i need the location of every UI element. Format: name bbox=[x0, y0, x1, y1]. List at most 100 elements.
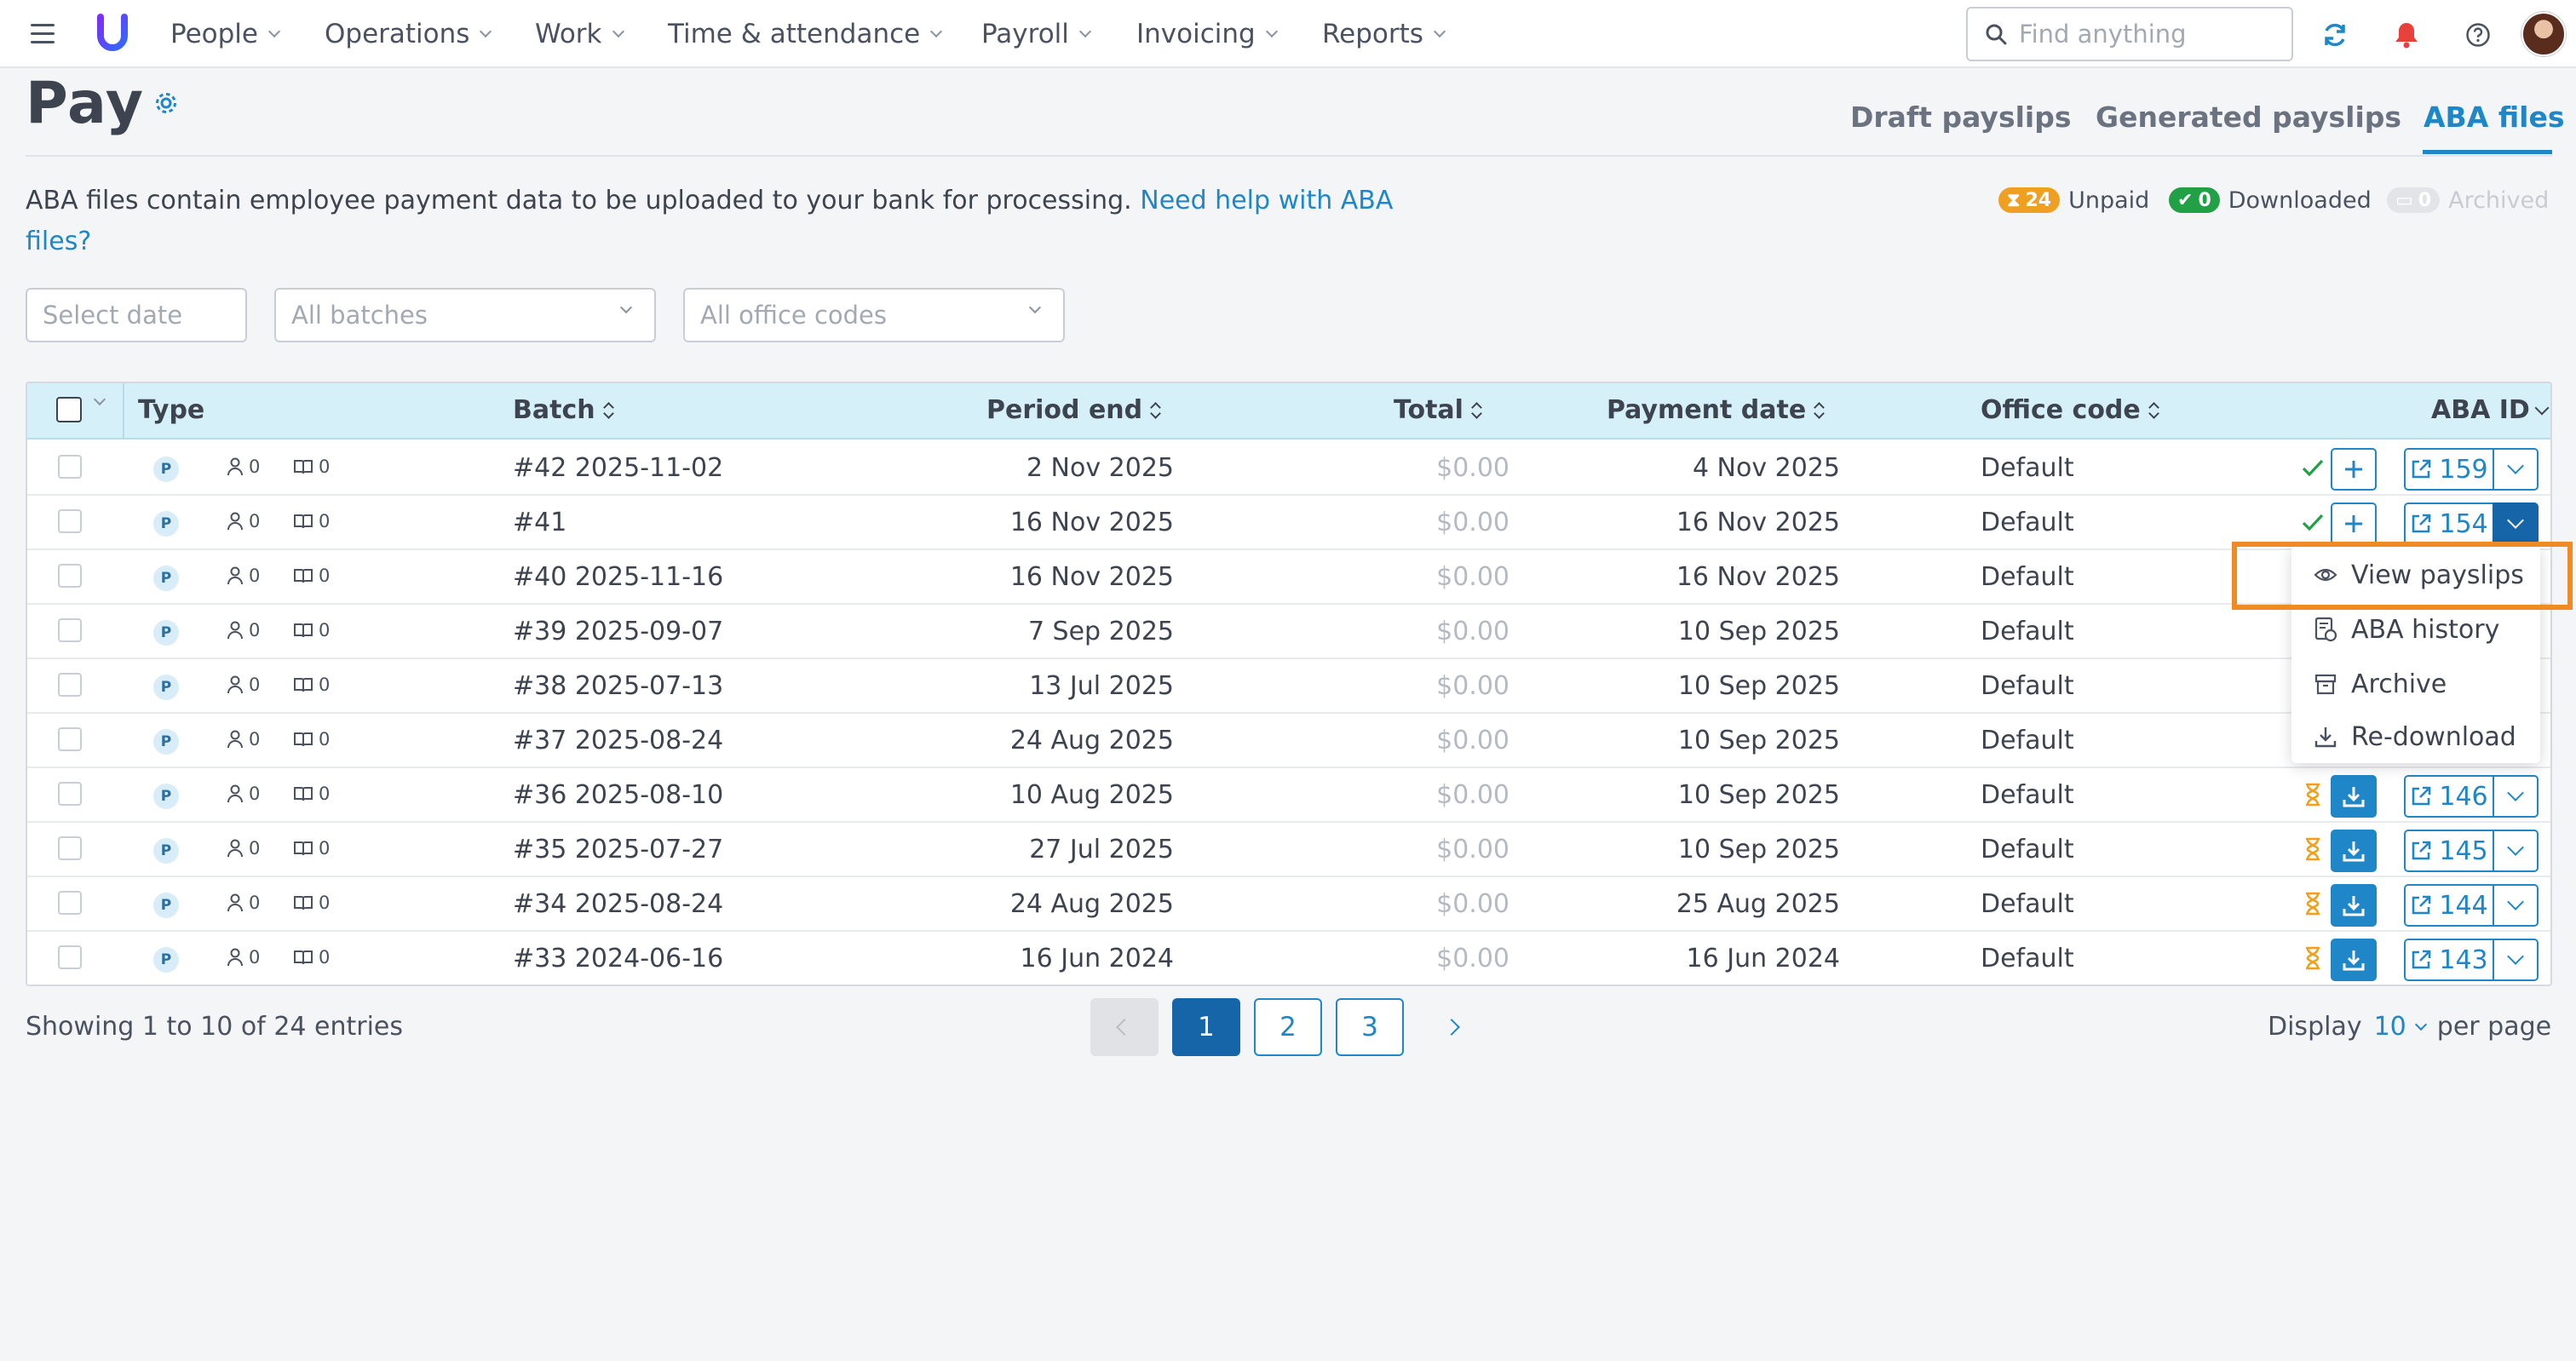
add-button[interactable] bbox=[2331, 502, 2377, 545]
aba-id-button[interactable]: 145 bbox=[2404, 830, 2494, 872]
bell-icon[interactable] bbox=[2390, 19, 2423, 51]
active-tab-indicator bbox=[2423, 150, 2552, 154]
nav-operations[interactable]: Operations bbox=[325, 17, 492, 51]
nav-reports[interactable]: Reports bbox=[1322, 17, 1446, 51]
book-icon bbox=[294, 678, 313, 692]
table-row[interactable]: P 0 0 #35 2025-07-27 27 Jul 2025 $0.00 10 Sep … bbox=[27, 823, 2550, 877]
app-logo[interactable] bbox=[95, 14, 129, 53]
book-icon bbox=[294, 732, 313, 747]
table-row[interactable]: P 0 0 #38 2025-07-13 13 Jul 2025 $0.00 10 Sep … bbox=[27, 659, 2550, 714]
column-total[interactable]: Total bbox=[1394, 395, 1482, 425]
nav-invoicing[interactable]: Invoicing bbox=[1136, 17, 1278, 51]
row-checkbox[interactable] bbox=[58, 455, 82, 479]
sync-icon[interactable] bbox=[2319, 19, 2351, 51]
nav-label: Payroll bbox=[981, 19, 1069, 49]
table-row[interactable]: P 0 0 #40 2025-11-16 16 Nov 2025 $0.00 16 Nov … bbox=[27, 550, 2550, 605]
row-checkbox[interactable] bbox=[58, 836, 82, 860]
check-icon bbox=[2300, 455, 2326, 480]
download-button[interactable] bbox=[2331, 939, 2377, 981]
table-row[interactable]: P 0 0 #41 16 Nov 2025 $0.00 16 Nov 2025 Default… bbox=[27, 496, 2550, 550]
date-filter[interactable]: Select date bbox=[26, 288, 247, 342]
pay-type-badge: P bbox=[153, 457, 179, 482]
book-count-value: 0 bbox=[319, 566, 331, 586]
column-period-end[interactable]: Period end bbox=[986, 395, 1161, 425]
employee-count-value: 0 bbox=[249, 838, 261, 859]
row-checkbox[interactable] bbox=[58, 509, 82, 533]
global-search[interactable] bbox=[1966, 7, 2293, 61]
tab-draft-payslips[interactable]: Draft payslips bbox=[1850, 100, 2071, 134]
chevron-down-icon[interactable] bbox=[93, 393, 106, 406]
office-codes-select[interactable]: All office codes bbox=[683, 288, 1065, 342]
menu-item-re-download[interactable]: Re-download bbox=[2291, 710, 2540, 763]
prev-page-button[interactable] bbox=[1090, 998, 1159, 1056]
tab-aba-files[interactable]: ABA files bbox=[2424, 100, 2565, 134]
column-label: Batch bbox=[513, 395, 595, 425]
batch-cell: #38 2025-07-13 bbox=[513, 671, 724, 701]
per-page-select[interactable]: 10 bbox=[2374, 1012, 2427, 1042]
column-batch[interactable]: Batch bbox=[513, 395, 614, 425]
aba-actions-dropdown-button[interactable] bbox=[2493, 830, 2539, 872]
legend-unpaid: ⧗ 24 Unpaid bbox=[1998, 186, 2149, 215]
payment-date-cell: 10 Sep 2025 bbox=[1677, 617, 1840, 646]
aba-id-button[interactable]: 143 bbox=[2404, 939, 2494, 981]
download-button[interactable] bbox=[2331, 830, 2377, 872]
aba-id-button[interactable]: 144 bbox=[2404, 884, 2494, 927]
nav-work[interactable]: Work bbox=[535, 17, 624, 51]
download-button[interactable] bbox=[2331, 884, 2377, 927]
column-aba-id[interactable]: ABA ID bbox=[2431, 395, 2550, 425]
batch-cell: #42 2025-11-02 bbox=[513, 453, 724, 483]
book-icon bbox=[294, 569, 313, 583]
employee-count-value: 0 bbox=[249, 893, 261, 913]
row-checkbox[interactable] bbox=[58, 618, 82, 642]
entries-summary: Showing 1 to 10 of 24 entries bbox=[26, 1012, 404, 1042]
table-row[interactable]: P 0 0 #36 2025-08-10 10 Aug 2025 $0.00 10 Sep … bbox=[27, 768, 2550, 823]
aba-id-button[interactable]: 146 bbox=[2404, 775, 2494, 818]
legend-downloaded: ✔ 0 Downloaded bbox=[2169, 186, 2372, 215]
table-row[interactable]: P 0 0 #42 2025-11-02 2 Nov 2025 $0.00 4 Nov 20… bbox=[27, 441, 2550, 496]
next-page-button[interactable] bbox=[1417, 998, 1486, 1056]
menu-item-label: Re-download bbox=[2351, 721, 2516, 752]
row-checkbox[interactable] bbox=[58, 673, 82, 697]
office-code-cell: Default bbox=[1981, 835, 2074, 864]
table-row[interactable]: P 0 0 #33 2024-06-16 16 Jun 2024 $0.00 16 Jun … bbox=[27, 932, 2550, 985]
row-checkbox[interactable] bbox=[58, 564, 82, 588]
row-checkbox[interactable] bbox=[58, 782, 82, 806]
table-row[interactable]: P 0 0 #39 2025-09-07 7 Sep 2025 $0.00 10 Sep 2… bbox=[27, 605, 2550, 659]
add-button[interactable] bbox=[2331, 448, 2377, 491]
aba-id-button[interactable]: 159 bbox=[2404, 448, 2494, 491]
aba-id-button[interactable]: 154 bbox=[2404, 502, 2494, 545]
table-row[interactable]: P 0 0 #37 2025-08-24 24 Aug 2025 $0.00 10 Sep … bbox=[27, 714, 2550, 768]
aba-actions-dropdown-button[interactable] bbox=[2493, 939, 2539, 981]
table-header: Type Batch Period end Total Payment date… bbox=[27, 383, 2550, 439]
download-button[interactable] bbox=[2331, 775, 2377, 818]
aba-actions-dropdown-button[interactable] bbox=[2493, 884, 2539, 927]
row-checkbox[interactable] bbox=[58, 891, 82, 915]
person-icon bbox=[227, 621, 243, 640]
avatar[interactable] bbox=[2521, 12, 2566, 56]
employee-count-value: 0 bbox=[249, 511, 261, 531]
gear-icon[interactable] bbox=[153, 90, 179, 116]
menu-item-archive[interactable]: Archive bbox=[2291, 658, 2540, 710]
help-icon[interactable] bbox=[2462, 19, 2494, 51]
nav-people[interactable]: People bbox=[170, 17, 281, 51]
nav-payroll[interactable]: Payroll bbox=[981, 17, 1091, 51]
row-checkbox[interactable] bbox=[58, 945, 82, 969]
search-input[interactable] bbox=[2019, 20, 2274, 49]
menu-icon[interactable] bbox=[31, 24, 55, 44]
aba-actions-dropdown-button[interactable] bbox=[2493, 502, 2539, 545]
column-payment-date[interactable]: Payment date bbox=[1607, 395, 1825, 425]
column-office-code[interactable]: Office code bbox=[1981, 395, 2159, 425]
select-all-checkbox[interactable] bbox=[56, 397, 82, 422]
page-button-3[interactable]: 3 bbox=[1336, 998, 1404, 1056]
batches-select[interactable]: All batches bbox=[274, 288, 656, 342]
menu-item-aba-history[interactable]: ABA history bbox=[2291, 603, 2540, 656]
nav-time-attendance[interactable]: Time & attendance bbox=[668, 17, 943, 51]
aba-actions-dropdown-button[interactable] bbox=[2493, 448, 2539, 491]
page-button-1[interactable]: 1 bbox=[1172, 998, 1240, 1056]
page-button-2[interactable]: 2 bbox=[1254, 998, 1322, 1056]
table-row[interactable]: P 0 0 #34 2025-08-24 24 Aug 2025 $0.00 25 Aug … bbox=[27, 877, 2550, 932]
pay-type-badge: P bbox=[153, 893, 179, 918]
row-checkbox[interactable] bbox=[58, 727, 82, 751]
tab-generated-payslips[interactable]: Generated payslips bbox=[2096, 100, 2401, 134]
aba-actions-dropdown-button[interactable] bbox=[2493, 775, 2539, 818]
